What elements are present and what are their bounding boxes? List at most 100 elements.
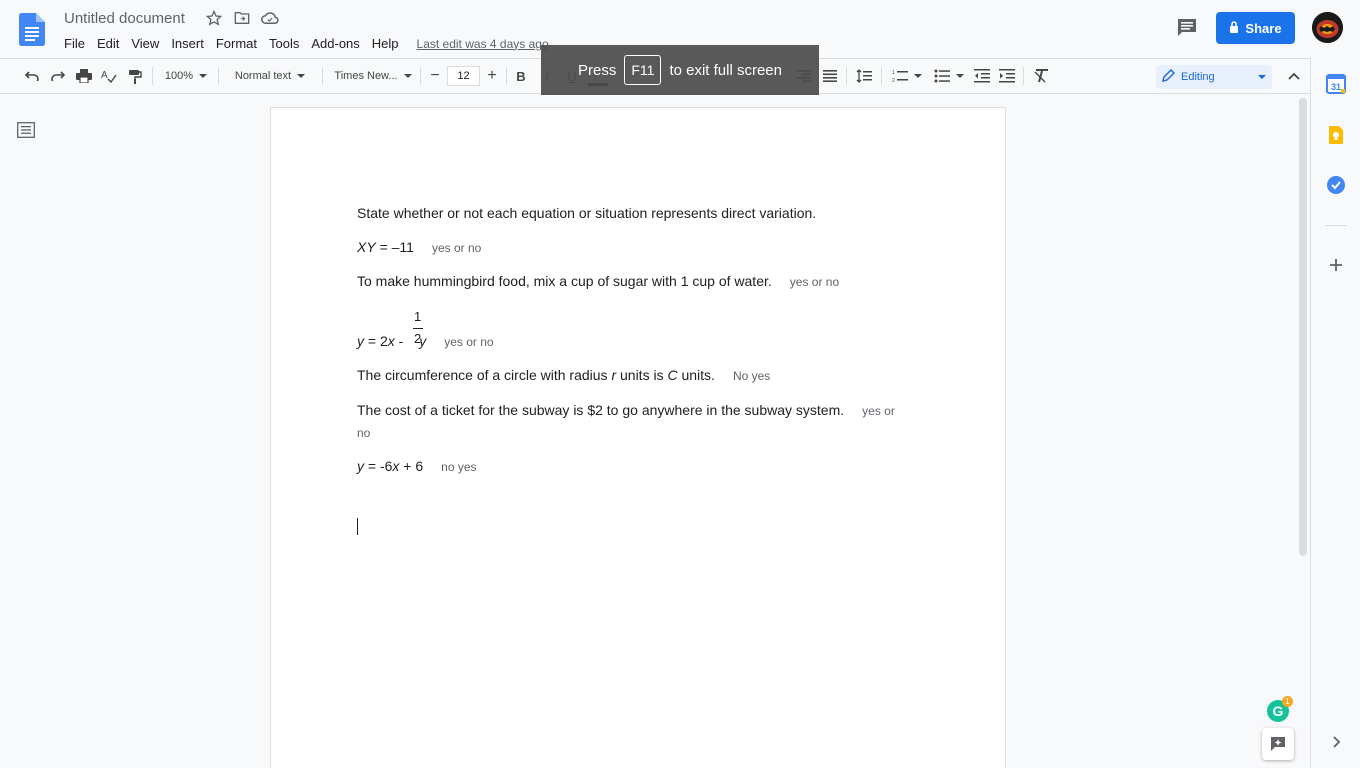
q2-answer: yes or no (789, 275, 840, 289)
menu-tools[interactable]: Tools (263, 34, 305, 53)
svg-text:A: A (101, 70, 108, 81)
q3-y2: y (419, 333, 427, 349)
star-icon[interactable] (205, 9, 223, 27)
document-page[interactable]: State whether or not each equation or si… (271, 108, 1005, 768)
font-value: Times New... (334, 70, 398, 82)
font-select[interactable]: Times New... (330, 59, 416, 93)
redo-icon[interactable] (48, 59, 68, 93)
last-edit-link[interactable]: Last edit was 4 days ago (417, 37, 549, 51)
q4-answer: No yes (732, 369, 771, 383)
style-value: Normal text (234, 70, 292, 82)
cloud-status-icon[interactable] (260, 9, 279, 27)
q3-fraction-bar (413, 328, 423, 329)
intro-paragraph[interactable]: State whether or not each equation or si… (357, 205, 816, 221)
paint-format-icon[interactable] (125, 59, 145, 93)
pencil-icon (1162, 69, 1175, 85)
lock-icon (1229, 20, 1239, 36)
line-spacing-icon[interactable] (853, 59, 875, 93)
q2-text: To make hummingbird food, mix a cup of s… (357, 273, 772, 289)
editing-mode-label: Editing (1181, 71, 1215, 83)
question-4[interactable]: The circumference of a circle with radiu… (357, 367, 770, 383)
document-title[interactable]: Untitled document (64, 10, 185, 27)
q1-eq-rest: = –11 (375, 239, 414, 255)
question-3[interactable]: y = 2x - y yes or no (357, 333, 494, 349)
menu-addons[interactable]: Add-ons (305, 34, 365, 53)
menu-format[interactable]: Format (210, 34, 263, 53)
menu-file[interactable]: File (58, 34, 91, 53)
menu-insert[interactable]: Insert (165, 34, 210, 53)
print-icon[interactable] (74, 59, 94, 93)
increase-font-size-button[interactable]: + (482, 59, 502, 93)
svg-text:31: 31 (1331, 82, 1341, 92)
fullscreen-notice: Press F11 to exit full screen (541, 45, 819, 95)
q3-mid: = 2 (364, 333, 388, 349)
fullscreen-notice-press: Press (578, 61, 617, 79)
document-outline-icon[interactable] (17, 122, 35, 138)
question-5[interactable]: The cost of a ticket for the subway is $… (357, 402, 895, 418)
docs-logo-icon[interactable] (19, 13, 45, 46)
font-size-input[interactable]: 12 (447, 66, 480, 86)
q4-c: C (667, 367, 678, 383)
q4-a: The circumference of a circle with radiu… (357, 367, 612, 383)
align-justify-icon[interactable] (820, 59, 840, 93)
q3-y: y (357, 333, 364, 349)
side-panel: 31 (1310, 58, 1360, 768)
q6-end: + 6 (399, 458, 424, 474)
q6-answer: no yes (441, 460, 477, 474)
side-panel-divider (1325, 225, 1347, 226)
q1-answer: yes or no (431, 241, 482, 255)
q3-answer: yes or no (444, 335, 494, 349)
increase-indent-icon[interactable] (997, 59, 1017, 93)
numbered-list-icon[interactable]: 12 (889, 59, 925, 93)
comment-history-icon[interactable] (1176, 17, 1200, 39)
zoom-select[interactable]: 100% (160, 59, 212, 93)
q6-mid: = -6 (364, 458, 393, 474)
share-label: Share (1245, 20, 1282, 36)
bulleted-list-icon[interactable] (931, 59, 967, 93)
q4-b: units is (616, 367, 668, 383)
keep-icon[interactable] (1326, 125, 1346, 145)
avatar[interactable] (1312, 12, 1343, 43)
grammarly-count-badge: 1 (1282, 696, 1293, 707)
spellcheck-icon[interactable]: A (99, 59, 119, 93)
undo-icon[interactable] (22, 59, 42, 93)
q6-y: y (357, 458, 364, 474)
expand-panel-chevron-icon[interactable] (1326, 732, 1346, 752)
text-cursor (357, 518, 358, 535)
q3-minus: - (394, 333, 408, 349)
svg-text:1: 1 (892, 70, 895, 76)
zoom-value: 100% (164, 70, 194, 82)
question-1[interactable]: XY = –11 yes or no (357, 239, 481, 255)
vertical-scrollbar[interactable] (1297, 96, 1309, 768)
fullscreen-notice-suffix: to exit full screen (669, 61, 782, 79)
tasks-icon[interactable] (1326, 175, 1346, 195)
calendar-icon[interactable]: 31 (1326, 74, 1346, 94)
question-2[interactable]: To make hummingbird food, mix a cup of s… (357, 273, 839, 289)
q5-answer-b: no (357, 426, 371, 440)
move-folder-icon[interactable] (233, 9, 251, 27)
menu-bar: File Edit View Insert Format Tools Add-o… (58, 34, 549, 53)
question-6[interactable]: y = -6x + 6 no yes (357, 458, 477, 474)
clear-formatting-icon[interactable] (1031, 59, 1051, 93)
q1-eq-var: XY (357, 239, 376, 255)
q4-d: units. (677, 367, 715, 383)
q3-x: x (387, 333, 395, 349)
editing-mode-select[interactable]: Editing (1156, 65, 1272, 89)
share-button[interactable]: Share (1216, 12, 1295, 44)
bold-button[interactable]: B (511, 59, 531, 93)
add-addon-icon[interactable] (1326, 255, 1346, 275)
fullscreen-notice-key: F11 (624, 55, 662, 85)
paragraph-style-select[interactable]: Normal text (226, 59, 314, 93)
q5-answer-a: yes or (862, 404, 895, 418)
explore-icon[interactable] (1262, 728, 1294, 760)
decrease-indent-icon[interactable] (972, 59, 992, 93)
q3-fraction-numerator: 1 (414, 309, 422, 324)
q5-text: The cost of a ticket for the subway is $… (357, 402, 845, 418)
menu-help[interactable]: Help (366, 34, 405, 53)
menu-edit[interactable]: Edit (91, 34, 125, 53)
scrollbar-thumb[interactable] (1299, 98, 1307, 556)
menu-view[interactable]: View (125, 34, 165, 53)
hide-menus-chevron-icon[interactable] (1284, 59, 1304, 93)
svg-text:2: 2 (892, 78, 895, 83)
decrease-font-size-button[interactable]: − (425, 59, 445, 93)
